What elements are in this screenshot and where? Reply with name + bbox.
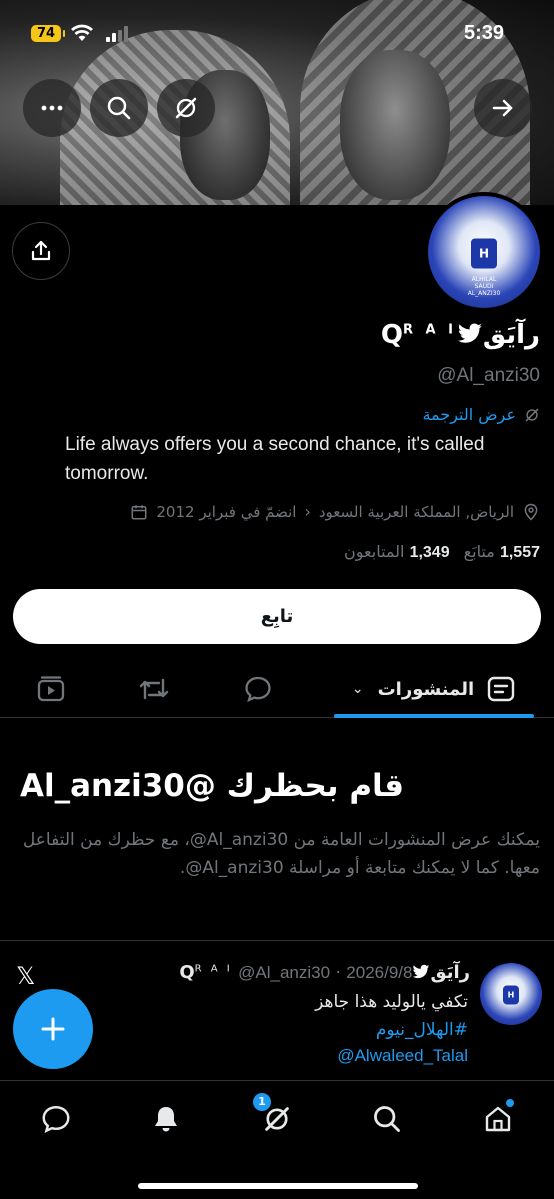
display-name-q: Q [380, 320, 403, 350]
back-button[interactable] [474, 79, 532, 137]
chevron-down-icon: ⌄ [351, 681, 364, 697]
search-icon [107, 96, 131, 120]
home-icon [485, 1106, 511, 1132]
bird-icon [413, 964, 430, 979]
nav-home[interactable] [478, 1099, 518, 1139]
blocked-title: قام بحظرك @Al_anzi30 [19, 768, 404, 804]
profile-tabs: ⌄ المنشورات [0, 660, 554, 718]
clock: 5:39 [463, 22, 504, 44]
unread-dot [506, 1099, 514, 1107]
post-handle: @Al_anzi30 [238, 963, 331, 982]
grok-button[interactable] [157, 79, 215, 137]
grok-icon [175, 97, 197, 119]
post-header: رآيَقQR A I @Al_anzi30 · 2026/9/8 [179, 962, 470, 983]
post-author-name[interactable]: رآيَق [430, 962, 470, 983]
post-text: تكفي يالوليد هذا جاهز [315, 992, 468, 1012]
profile-handle: @Al_anzi30 [437, 365, 540, 386]
tab-media[interactable] [29, 660, 73, 718]
notification-badge: 1 [253, 1093, 271, 1111]
profile-joined: انضمّ في فبراير 2012 [156, 502, 297, 521]
video-icon [37, 676, 65, 702]
followers-link[interactable]: 1,349 المتابعون [344, 542, 450, 562]
more-button[interactable] [23, 79, 81, 137]
tab-posts[interactable]: ⌄ المنشورات [334, 660, 534, 718]
followers-count: 1,349 [409, 544, 450, 561]
home-indicator [138, 1183, 418, 1189]
following-label: متابَع [463, 542, 495, 561]
display-name-text: رآيَق [482, 320, 540, 350]
post-author-avatar[interactable]: H [480, 963, 542, 1025]
tab-posts-label: المنشورات [377, 678, 475, 700]
display-name: رآيَق QR A I [381, 320, 540, 350]
repost-icon [139, 678, 169, 700]
divider [0, 940, 554, 941]
post-mention[interactable]: @Alwaleed_Talal [337, 1046, 468, 1066]
search-icon [374, 1106, 400, 1132]
wifi-icon [71, 24, 93, 41]
grok-icon [525, 408, 539, 421]
avatar-logo-text: ALHILAL SAUDI AL_ANZI30 [467, 275, 501, 297]
calendar-icon [131, 504, 147, 519]
followers-label: المتابعون [344, 542, 405, 561]
nav-notifications[interactable] [146, 1099, 186, 1139]
post-author-super: R A I [194, 963, 233, 975]
avatar-image: H ALHILAL SAUDI AL_ANZI30 [428, 196, 540, 308]
nav-grok[interactable]: 1 [253, 1093, 297, 1139]
more-dots-icon [41, 105, 63, 111]
search-button[interactable] [90, 79, 148, 137]
nav-search[interactable] [367, 1099, 407, 1139]
profile-meta: الرياض, المملكة العربية السعود ‹ انضمّ ف… [130, 502, 540, 521]
posts-tab-icon [487, 676, 515, 702]
location-pin-icon [524, 503, 538, 521]
bottom-navigation: 1 [0, 1080, 554, 1199]
tab-active-indicator [334, 714, 534, 718]
tab-replies[interactable] [236, 660, 280, 718]
chevron-left-icon: ‹ [304, 502, 311, 521]
compose-button[interactable] [13, 989, 93, 1069]
following-count: 1,557 [499, 544, 540, 561]
alhilal-logo: H [503, 985, 519, 1005]
profile-avatar[interactable]: H ALHILAL SAUDI AL_ANZI30 [424, 192, 544, 312]
post-author-q: Q [179, 962, 195, 983]
translate-link[interactable]: عرض الترجمة [423, 405, 541, 424]
status-bar: 74 5:39 [0, 14, 554, 54]
profile-stats: 1,557 متابَع 1,349 المتابعون [344, 542, 540, 562]
battery-indicator: 74 [31, 25, 65, 42]
following-link[interactable]: 1,557 متابَع [464, 542, 540, 562]
chat-bubble-icon [42, 1106, 70, 1133]
reply-icon [245, 676, 271, 703]
cellular-signal-icon [106, 26, 128, 42]
tab-reposts[interactable] [132, 660, 176, 718]
arrow-right-icon [492, 99, 513, 117]
post-date: 2026/9/8 [346, 963, 413, 982]
share-button[interactable] [12, 222, 70, 280]
banner-face-right [340, 50, 450, 200]
bird-icon [458, 323, 482, 343]
share-icon [31, 240, 51, 261]
alhilal-logo: H [471, 238, 497, 269]
blocked-message: يمكنك عرض المنشورات العامة من ‎@Al_anzi3… [22, 830, 540, 878]
x-logo-icon: 𝕏 [16, 962, 36, 990]
post-hashtag[interactable]: #الهلال_نيوم [376, 1020, 468, 1040]
plus-icon [41, 1017, 65, 1041]
nav-messages[interactable] [36, 1099, 76, 1139]
display-name-super: R A I [402, 322, 457, 338]
follow-button[interactable]: تابِع [13, 589, 541, 644]
profile-bio: Life always offers you a second chance, … [65, 434, 485, 484]
profile-location: الرياض, المملكة العربية السعود [318, 502, 514, 521]
bell-icon [155, 1107, 177, 1132]
translate-label: عرض الترجمة [422, 405, 517, 424]
